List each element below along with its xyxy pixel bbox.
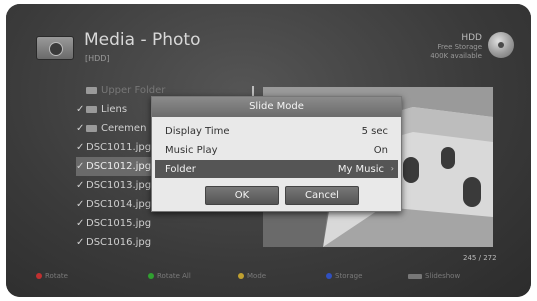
camera-icon [36,36,74,60]
list-item-label: DSC1012.jpg [86,161,152,172]
option-value: On [373,145,388,156]
footer-hints: Rotate Rotate All Mode Storage Slideshow [36,272,496,284]
list-item-label: DSC1014.jpg [86,199,152,210]
option-value: 5 sec [361,126,388,137]
hint-label: Rotate [45,272,68,280]
page-subtitle: [HDD] [85,54,110,63]
list-item-label: Liens [101,104,128,115]
hint-label: Slideshow [425,272,461,280]
tv-screen: Media - Photo [HDD] HDD Free Storage 400… [6,4,531,297]
play-key-icon [408,273,422,279]
option-folder[interactable]: Folder My Music › [155,160,398,178]
folder-icon [86,124,97,132]
list-item-label: DSC1013.jpg [86,180,152,191]
check-icon: ✓ [76,180,85,191]
counter-total: / 272 [478,254,497,262]
check-icon: ✓ [76,199,85,210]
hint-slideshow: Slideshow [408,272,460,280]
check-icon: ✓ [76,104,85,115]
hdd-disc-icon [488,32,514,58]
cancel-button[interactable]: Cancel [285,186,359,205]
red-key-icon [36,273,42,279]
list-item-label: Ceremen [101,123,147,134]
list-item-file[interactable]: ✓ DSC1016.jpg [76,233,196,252]
check-icon: ✓ [76,161,85,172]
option-value: My Music [337,164,384,175]
hint-rotate: Rotate [36,272,68,280]
green-key-icon [148,273,154,279]
check-icon: ✓ [76,123,85,134]
folder-icon [86,105,97,113]
ok-button[interactable]: OK [205,186,279,205]
storage-info: HDD Free Storage 400K available [410,34,482,61]
hint-label: Storage [335,272,363,280]
list-item-file[interactable]: ✓ DSC1015.jpg [76,214,196,233]
storage-free-label: Free Storage [437,43,482,51]
storage-free-value: 400K available [430,52,482,60]
check-icon: ✓ [76,237,85,248]
hint-label: Mode [247,272,267,280]
slide-mode-dialog: Slide Mode Display Time 5 sec Music Play… [151,96,402,212]
storage-label: HDD [461,33,482,43]
counter-current: 245 [463,254,477,262]
chevron-right-icon: › [390,164,394,173]
hint-label: Rotate All [157,272,191,280]
dialog-title: Slide Mode [152,97,401,117]
blue-key-icon [326,273,332,279]
list-item-label: Upper Folder [101,85,166,96]
list-item-label: DSC1015.jpg [86,218,152,229]
option-music-play[interactable]: Music Play On [155,141,398,159]
check-icon: ✓ [76,218,85,229]
hint-rotate-all: Rotate All [148,272,191,280]
check-icon: ✓ [76,142,85,153]
page-title: Media - Photo [84,30,201,50]
list-item-label: DSC1016.jpg [86,237,152,248]
folder-icon [86,86,97,94]
list-item-label: DSC1011.jpg [86,142,152,153]
option-label: Music Play [165,145,218,156]
option-display-time[interactable]: Display Time 5 sec [155,122,398,140]
hint-mode: Mode [238,272,266,280]
photo-counter: 245 / 272 [463,254,497,262]
option-label: Folder [165,164,196,175]
yellow-key-icon [238,273,244,279]
hint-storage: Storage [326,272,362,280]
option-label: Display Time [165,126,230,137]
